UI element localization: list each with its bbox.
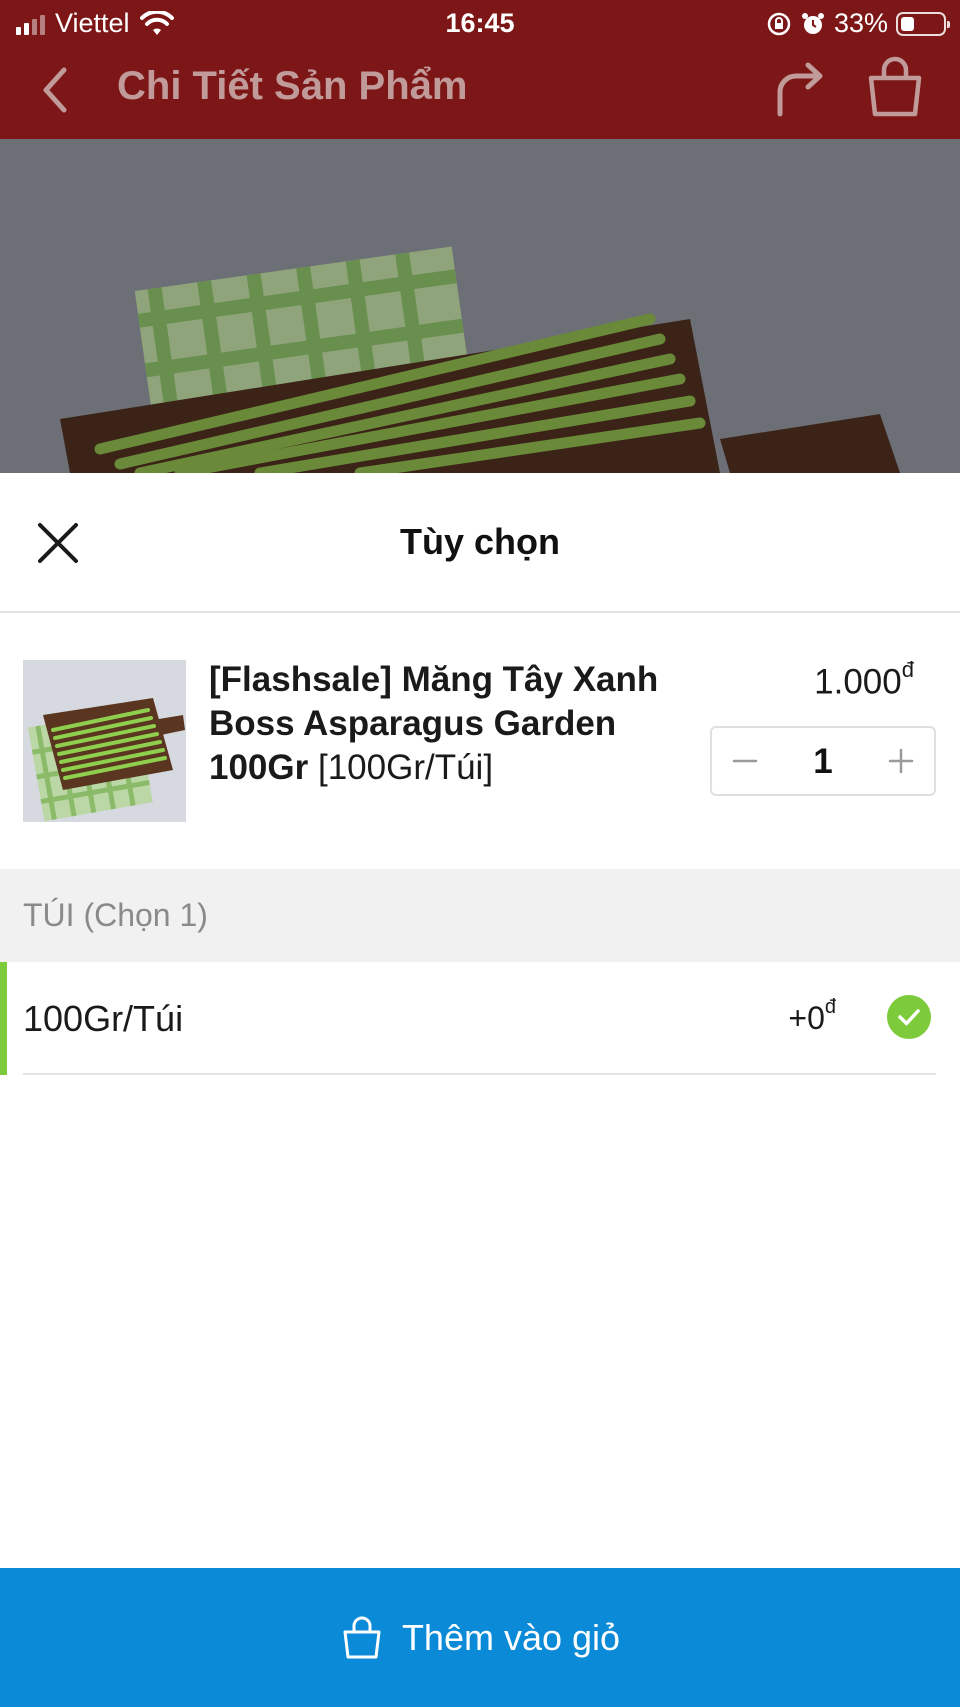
option-group-title: TÚI (Chọn 1) [23, 897, 208, 933]
alarm-icon [801, 12, 824, 34]
selected-accent-bar [0, 962, 7, 1075]
quantity-value[interactable]: 1 [772, 742, 874, 782]
shopping-bag-icon [343, 1616, 381, 1658]
options-sheet: Tùy chọn [Flashsale] Măng Tây Xanh Boss … [0, 473, 960, 1707]
quantity-stepper: 1 [710, 726, 936, 796]
option-label: 100Gr/Túi [23, 998, 184, 1039]
add-to-cart-label: Thêm vào giỏ [401, 1616, 621, 1658]
product-hero-image [0, 139, 960, 473]
plus-icon[interactable] [876, 736, 926, 786]
battery-icon [896, 11, 950, 36]
orientation-lock-icon [767, 12, 791, 35]
top-bar: Viettel 16:45 33% Chi Tiết Sản Phẩm [0, 0, 960, 139]
option-item[interactable]: 100Gr/Túi +0đ [0, 962, 960, 1075]
option-divider [23, 1073, 936, 1075]
option-group-header: TÚI (Chọn 1) [0, 869, 960, 962]
check-circle-icon[interactable] [887, 995, 931, 1039]
shopping-bag-icon[interactable] [864, 54, 926, 120]
share-icon[interactable] [770, 56, 826, 122]
add-to-cart-button[interactable]: Thêm vào giỏ [0, 1568, 960, 1707]
minus-icon[interactable] [720, 736, 770, 786]
product-price: 1.000đ [814, 657, 914, 703]
option-price-value: +0 [788, 1000, 825, 1036]
option-price-currency: đ [824, 996, 836, 1019]
product-thumbnail [23, 660, 186, 822]
option-price: +0đ [788, 996, 836, 1037]
battery-percent: 33% [833, 8, 888, 38]
status-bar: Viettel 16:45 33% [0, 0, 960, 48]
product-summary: [Flashsale] Măng Tây Xanh Boss Asparagus… [0, 613, 960, 842]
price-value: 1.000 [814, 662, 902, 702]
product-name: [Flashsale] Măng Tây Xanh Boss Asparagus… [209, 658, 679, 790]
sheet-header: Tùy chọn [0, 473, 960, 613]
asparagus-illustration [0, 139, 960, 473]
nav-bar: Chi Tiết Sản Phẩm [0, 48, 960, 139]
sheet-title: Tùy chọn [400, 521, 560, 562]
back-arrow-icon[interactable] [34, 60, 80, 120]
page-title: Chi Tiết Sản Phẩm [117, 64, 468, 108]
price-currency: đ [901, 657, 914, 682]
product-variant: [100Gr/Túi] [317, 748, 494, 787]
status-right: 33% [766, 8, 950, 39]
